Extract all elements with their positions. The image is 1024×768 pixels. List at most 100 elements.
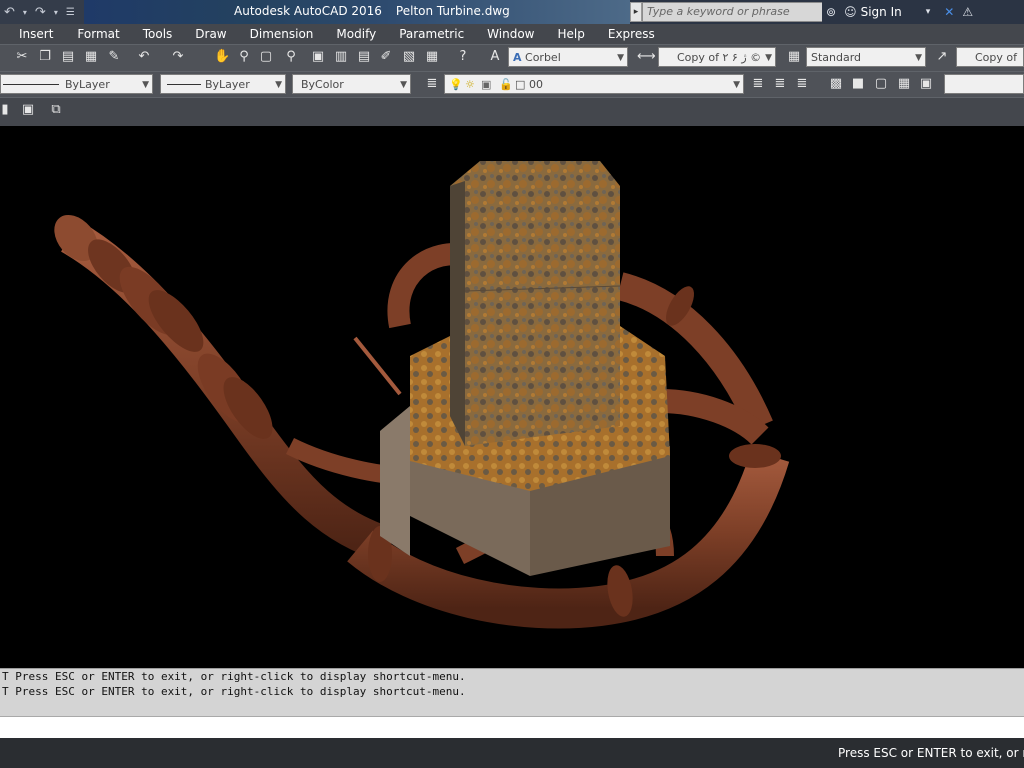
pelton-turbine-model bbox=[54, 161, 790, 629]
window-title: Autodesk AutoCAD 2016 Pelton Turbine.dwg bbox=[234, 4, 510, 18]
lineweight-value: ByLayer bbox=[205, 78, 250, 91]
cut-icon[interactable]: ✂ bbox=[14, 49, 30, 65]
menu-help[interactable]: Help bbox=[558, 27, 608, 41]
search-expand-icon[interactable]: ▸ bbox=[630, 2, 642, 22]
standard-toolbar: ✂ ❐ ▤ ▦ ✎ ↶ ↷ ✋ ⚲ ▢ ⚲ ▣ ▥ ▤ ✐ ▧ ▦ ? A A … bbox=[0, 44, 1024, 84]
properties-toolbar: ByLayer ▼ ByLayer ▼ ByColor ▼ ≣ 💡 ☼ ▣ 🔓 … bbox=[0, 71, 1024, 99]
undo-toolbar-icon[interactable]: ↶ bbox=[136, 49, 152, 65]
table-style-icon[interactable]: ▦ bbox=[786, 49, 802, 65]
lineweight-combo[interactable]: ByLayer ▼ bbox=[160, 74, 286, 94]
command-line-input[interactable] bbox=[0, 716, 1024, 739]
dim-style-icon[interactable]: ⟷ bbox=[637, 49, 656, 65]
properties-icon[interactable]: ▣ bbox=[310, 49, 326, 65]
redo-dropdown-icon[interactable]: ▾ bbox=[50, 8, 62, 17]
calculator-icon[interactable]: ▦ bbox=[424, 49, 440, 65]
secondary-toolbar: ▮ ▣ ⧉ bbox=[0, 97, 1024, 127]
chevron-down-icon: ▼ bbox=[617, 53, 624, 63]
layer-properties-icon[interactable]: ≣ bbox=[424, 76, 440, 92]
menu-express[interactable]: Express bbox=[608, 27, 666, 41]
redo-toolbar-icon[interactable]: ↷ bbox=[170, 49, 186, 65]
save-icon[interactable]: ▦ bbox=[83, 49, 99, 65]
layer-viewport-freeze-icon[interactable]: ▣ bbox=[481, 75, 491, 95]
sheet-set-icon[interactable]: ▧ bbox=[401, 49, 417, 65]
visual-style-icon-2[interactable]: ■ bbox=[850, 76, 866, 92]
menu-insert[interactable]: Insert bbox=[19, 27, 77, 41]
layer-color-swatch: □ bbox=[515, 78, 526, 91]
linetype-preview bbox=[3, 84, 59, 85]
menu-bar: Insert Format Tools Draw Dimension Modif… bbox=[0, 24, 1024, 44]
drawing-viewport[interactable] bbox=[0, 126, 1024, 668]
menu-tools[interactable]: Tools bbox=[143, 27, 196, 41]
chevron-down-icon: ▼ bbox=[142, 80, 149, 90]
copy-icon[interactable]: ❐ bbox=[37, 49, 53, 65]
layer-on-icon[interactable]: 💡 bbox=[449, 75, 463, 95]
match-properties-icon[interactable]: ✎ bbox=[106, 49, 122, 65]
title-bar: ↶ ▾ ↷ ▾ ☰ Autodesk AutoCAD 2016 Pelton Tu… bbox=[0, 0, 1024, 24]
dim-style-combo[interactable]: Copy of ۲ ۶ ژ © ▼ bbox=[658, 47, 776, 67]
menu-dimension[interactable]: Dimension bbox=[250, 27, 337, 41]
visual-style-icon-1[interactable]: ▩ bbox=[828, 76, 844, 92]
chevron-down-icon: ▼ bbox=[733, 80, 740, 90]
menu-window[interactable]: Window bbox=[487, 27, 557, 41]
block-editor-icon[interactable]: ▣ bbox=[20, 102, 36, 118]
undo-dropdown-icon[interactable]: ▾ bbox=[19, 8, 31, 17]
text-style-combo[interactable]: A Corbel ▼ bbox=[508, 47, 628, 67]
menu-parametric[interactable]: Parametric bbox=[399, 27, 487, 41]
text-style-glyph-icon: A bbox=[513, 51, 522, 64]
design-center-icon[interactable]: ▥ bbox=[333, 49, 349, 65]
table-style-value: Standard bbox=[811, 51, 862, 64]
layer-combo[interactable]: 💡 ☼ ▣ 🔓 □ 00 ▼ bbox=[444, 74, 744, 94]
multileader-style-icon[interactable]: ↗ bbox=[934, 49, 950, 65]
undo-icon[interactable]: ↶ bbox=[0, 5, 19, 20]
command-history-line: T Press ESC or ENTER to exit, or right-c… bbox=[2, 670, 466, 683]
multileader-style-combo[interactable]: Copy of S bbox=[956, 47, 1024, 84]
visual-style-icon-3[interactable]: ▢ bbox=[873, 76, 889, 92]
markup-icon[interactable]: ✐ bbox=[378, 49, 394, 65]
layer-states-icon[interactable]: ≣ bbox=[794, 76, 810, 92]
zoom-previous-icon[interactable]: ⚲ bbox=[283, 49, 299, 65]
color-value: ByColor bbox=[301, 78, 344, 91]
status-prompt: Press ESC or ENTER to exit, or right- bbox=[838, 746, 1024, 760]
color-combo[interactable]: ByColor ▼ bbox=[292, 74, 411, 94]
menu-modify[interactable]: Modify bbox=[336, 27, 399, 41]
toolbar-handle-icon[interactable]: ▮ bbox=[0, 102, 10, 118]
pan-icon[interactable]: ✋ bbox=[214, 49, 230, 65]
make-current-layer-icon[interactable]: ≣ bbox=[750, 76, 766, 92]
user-icon[interactable]: ☺ bbox=[844, 5, 857, 19]
linetype-value: ByLayer bbox=[65, 78, 110, 91]
visual-style-icon-4[interactable]: ▦ bbox=[896, 76, 912, 92]
chevron-down-icon: ▼ bbox=[275, 80, 282, 90]
paste-icon[interactable]: ▤ bbox=[60, 49, 76, 65]
linetype-combo[interactable]: ByLayer ▼ bbox=[0, 74, 153, 94]
sign-in-button[interactable]: Sign In bbox=[861, 5, 902, 19]
visual-style-icon-5[interactable]: ▣ bbox=[918, 76, 934, 92]
tool-palettes-icon[interactable]: ▤ bbox=[356, 49, 372, 65]
autodesk-a360-icon[interactable]: ⚠ bbox=[962, 5, 973, 19]
customize-qa-icon[interactable]: ☰ bbox=[62, 7, 79, 18]
menu-draw[interactable]: Draw bbox=[195, 27, 249, 41]
search-input[interactable]: Type a keyword or phrase bbox=[642, 2, 824, 22]
binoculars-icon[interactable]: ⊚ bbox=[826, 5, 836, 19]
redo-icon[interactable]: ↷ bbox=[31, 5, 50, 20]
app-name: Autodesk AutoCAD 2016 bbox=[234, 4, 382, 18]
layer-previous-icon[interactable]: ≣ bbox=[772, 76, 788, 92]
exchange-icon[interactable]: ✕ bbox=[944, 5, 954, 19]
status-bar: Press ESC or ENTER to exit, or right- bbox=[0, 738, 1024, 768]
menu-format[interactable]: Format bbox=[77, 27, 142, 41]
generator-casing bbox=[450, 161, 621, 446]
command-history: T Press ESC or ENTER to exit, or right-c… bbox=[0, 668, 1024, 717]
text-style-icon[interactable]: A bbox=[487, 49, 503, 65]
insert-block-icon[interactable]: ⧉ bbox=[48, 102, 64, 118]
zoom-realtime-icon[interactable]: ⚲ bbox=[236, 49, 252, 65]
help-icon[interactable]: ? bbox=[455, 49, 471, 65]
file-name: Pelton Turbine.dwg bbox=[395, 4, 510, 18]
zoom-window-icon[interactable]: ▢ bbox=[258, 49, 274, 65]
layer-lock-icon[interactable]: 🔓 bbox=[499, 75, 513, 95]
lineweight-preview bbox=[167, 84, 201, 85]
visual-style-combo[interactable] bbox=[944, 74, 1024, 94]
layer-freeze-icon[interactable]: ☼ bbox=[465, 75, 475, 95]
chevron-down-icon: ▼ bbox=[915, 53, 922, 63]
inlet-penstock bbox=[54, 214, 396, 564]
sign-in-dropdown-icon[interactable]: ▾ bbox=[926, 7, 931, 17]
table-style-combo[interactable]: Standard ▼ bbox=[806, 47, 926, 67]
